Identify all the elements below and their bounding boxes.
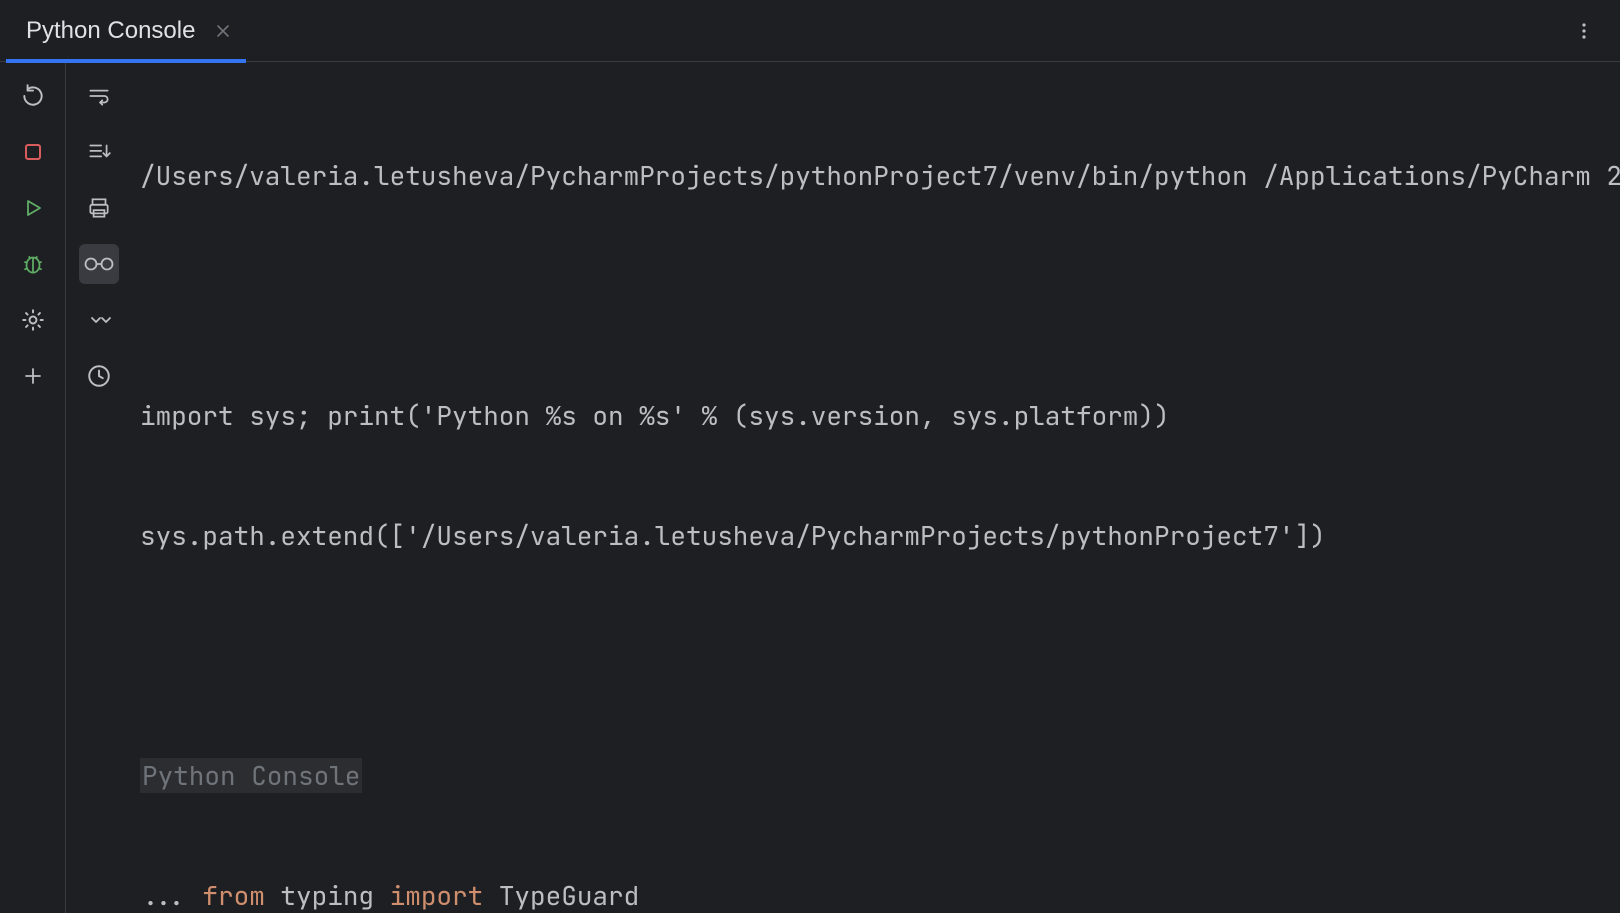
gutter: ... bbox=[140, 876, 202, 913]
soft-wrap-icon[interactable] bbox=[79, 76, 119, 116]
tab-title: Python Console bbox=[26, 17, 195, 45]
stop-icon[interactable] bbox=[13, 132, 53, 172]
code-token: import bbox=[390, 878, 499, 913]
secondary-toolbar bbox=[66, 62, 132, 913]
close-icon[interactable] bbox=[213, 21, 233, 41]
expand-icon[interactable] bbox=[79, 300, 119, 340]
console-header-line: /Users/valeria.letusheva/PycharmProjects… bbox=[140, 156, 1612, 196]
debug-icon[interactable] bbox=[13, 244, 53, 284]
console-line: sys.path.extend(['/Users/valeria.letushe… bbox=[140, 516, 1612, 556]
add-icon[interactable] bbox=[13, 356, 53, 396]
left-toolbar bbox=[0, 62, 66, 913]
scroll-to-end-icon[interactable] bbox=[79, 132, 119, 172]
print-icon[interactable] bbox=[79, 188, 119, 228]
console-line: import sys; print('Python %s on %s' % (s… bbox=[140, 396, 1612, 436]
rerun-icon[interactable] bbox=[13, 76, 53, 116]
console-label: Python Console bbox=[140, 756, 1612, 796]
code-lines-container: ... from typing import TypeGuard>>> def … bbox=[140, 876, 1612, 913]
code-token: typing bbox=[280, 878, 389, 913]
more-menu-icon[interactable] bbox=[1564, 11, 1604, 51]
variables-icon[interactable] bbox=[79, 244, 119, 284]
blank-line bbox=[140, 636, 1612, 676]
console-label-text: Python Console bbox=[140, 758, 362, 793]
code-line: ... from typing import TypeGuard bbox=[140, 876, 1612, 913]
settings-icon[interactable] bbox=[13, 300, 53, 340]
console-body: /Users/valeria.letusheva/PycharmProjects… bbox=[0, 62, 1620, 913]
console-output[interactable]: /Users/valeria.letusheva/PycharmProjects… bbox=[132, 62, 1620, 913]
blank-line bbox=[140, 276, 1612, 316]
history-icon[interactable] bbox=[79, 356, 119, 396]
tab-python-console[interactable]: Python Console bbox=[6, 0, 253, 62]
code-token: TypeGuard bbox=[499, 878, 639, 913]
run-icon[interactable] bbox=[13, 188, 53, 228]
tab-active-indicator bbox=[6, 59, 246, 63]
tab-bar: Python Console bbox=[0, 0, 1620, 62]
code-token: from bbox=[202, 878, 280, 913]
